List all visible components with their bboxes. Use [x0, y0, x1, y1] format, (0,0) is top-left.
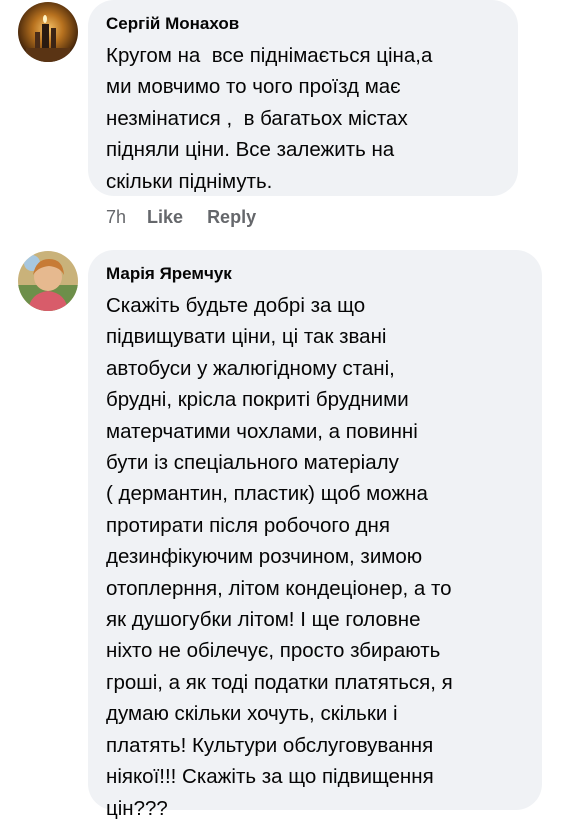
avatar-image — [18, 251, 78, 311]
comment-text: Скажіть будьте добрі за що підвищувати ц… — [106, 294, 453, 820]
comment-bubble: Марія Яремчук Скажіть будьте добрі за що… — [88, 250, 542, 820]
comment-author[interactable]: Марія Яремчук — [106, 264, 232, 284]
comment-2: Марія Яремчук Скажіть будьте добрі за що… — [0, 0, 564, 820]
avatar[interactable] — [18, 251, 78, 311]
